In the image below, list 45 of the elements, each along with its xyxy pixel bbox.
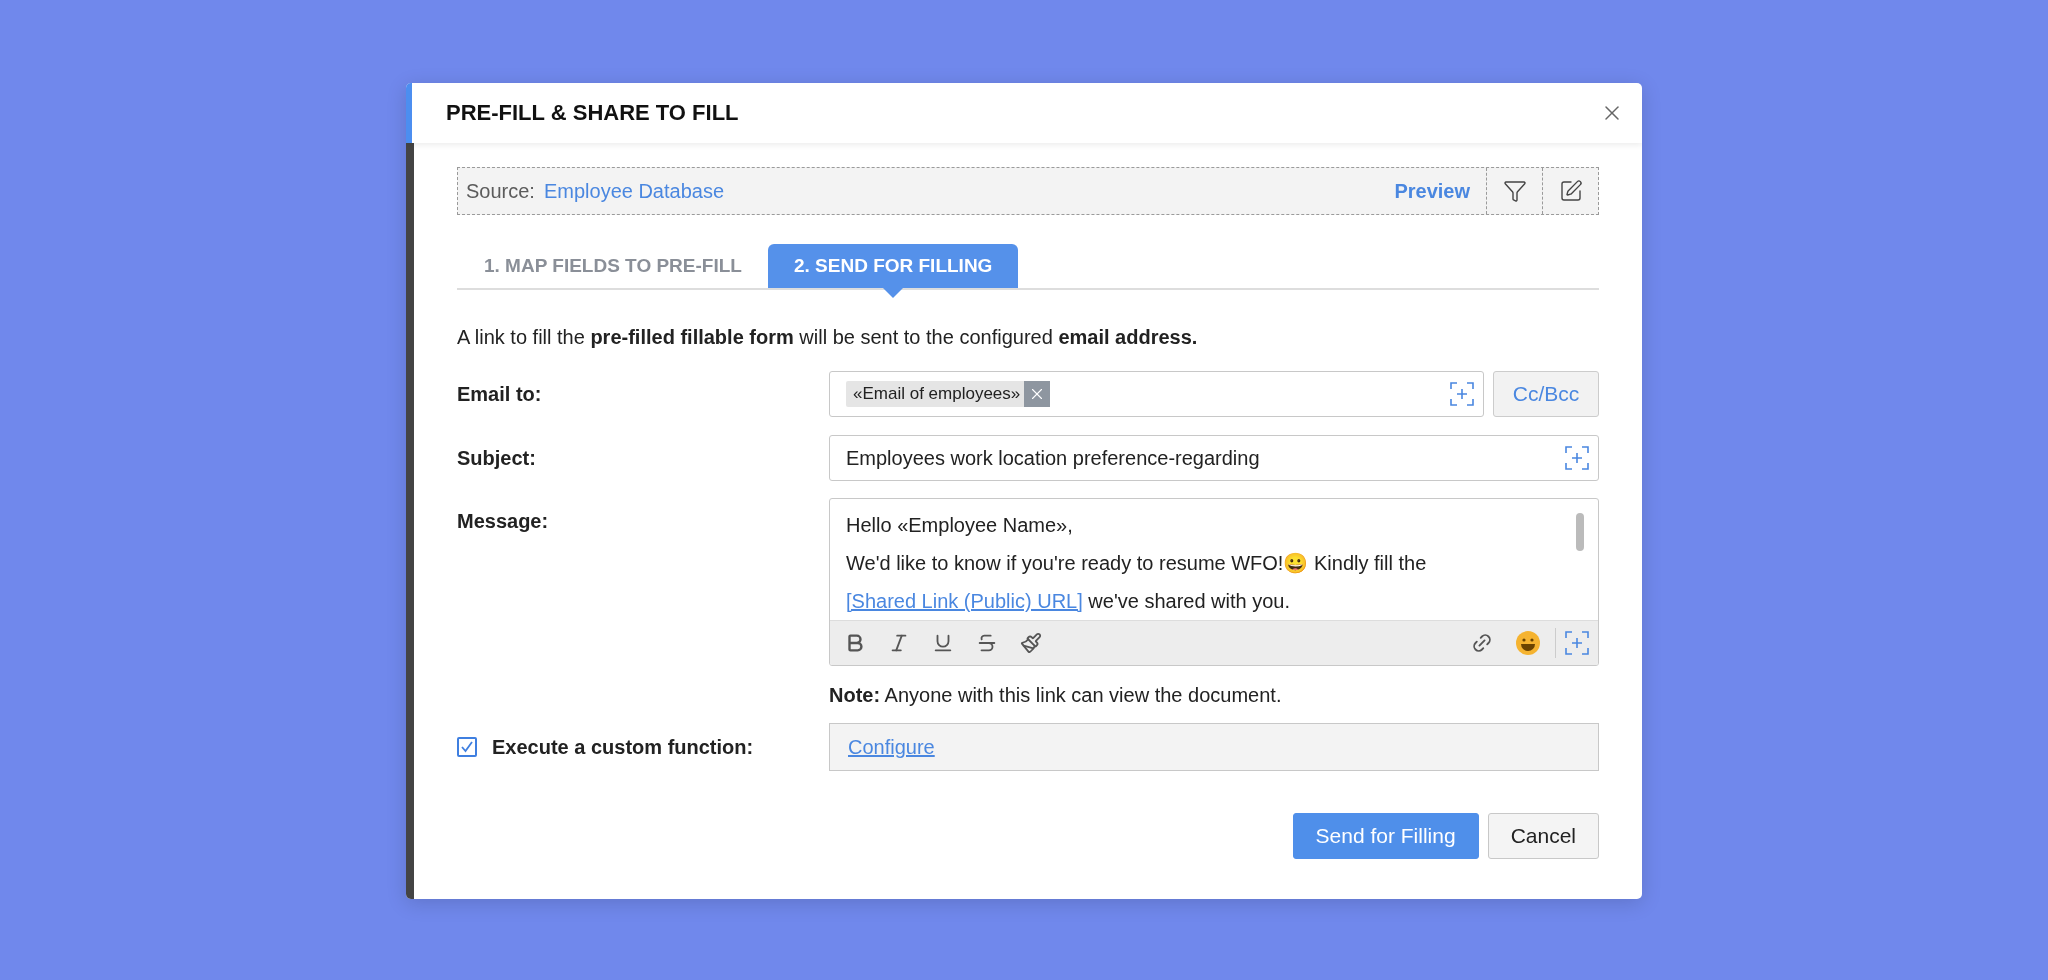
- preview-link[interactable]: Preview: [1394, 179, 1470, 203]
- insert-field-button[interactable]: [1449, 381, 1475, 407]
- filter-icon: [1502, 179, 1527, 203]
- insert-field-button[interactable]: [1564, 445, 1590, 471]
- configure-link[interactable]: Configure: [848, 735, 935, 759]
- shared-link[interactable]: [Shared Link (Public) URL]: [846, 590, 1083, 612]
- strikethrough-icon: [976, 632, 998, 654]
- smiley-icon: [1515, 630, 1541, 656]
- dialog-title: PRE-FILL & SHARE TO FILL: [446, 100, 739, 126]
- checkbox-label: Execute a custom function:: [492, 735, 755, 759]
- checkbox[interactable]: [457, 737, 477, 757]
- subject-field[interactable]: Employees work location preference-regarding: [829, 435, 1599, 481]
- source-value: Employee Database: [543, 179, 726, 203]
- send-button[interactable]: Send for Filling: [1292, 813, 1479, 859]
- message-paragraph: We'd like to know if you're ready to resume WFO!😀 Kindly fill the [Shared Link (Public) URL] we've shared with you.: [846, 551, 1428, 614]
- subject-value: Employees work location preference-regarding: [846, 446, 1260, 470]
- underline-button[interactable]: [932, 632, 954, 654]
- tab-pointer-icon: [883, 288, 904, 298]
- field-label: Subject:: [457, 446, 537, 470]
- link-button[interactable]: [1471, 632, 1493, 654]
- cc-bcc-button[interactable]: Cc/Bcc: [1493, 371, 1599, 417]
- insert-field-icon: [1564, 630, 1590, 656]
- pen-square-icon: [1558, 179, 1583, 203]
- note-text: Note: Anyone with this link can view the document.: [829, 684, 1283, 707]
- recipient-tag: «Email of employees»: [846, 381, 1051, 407]
- source-label: Source:: [466, 179, 535, 203]
- paintbrush-button[interactable]: [1020, 632, 1042, 654]
- strikethrough-button[interactable]: [976, 632, 998, 654]
- field-label: Email to:: [457, 382, 543, 406]
- underline-icon: [932, 632, 954, 654]
- insert-field-button[interactable]: [1564, 630, 1590, 656]
- email-to-field[interactable]: «Email of employees»: [829, 371, 1484, 417]
- insert-field-icon: [1449, 381, 1475, 407]
- cancel-button[interactable]: Cancel: [1487, 813, 1599, 859]
- emoji-button[interactable]: [1515, 630, 1541, 656]
- message-line: Hello «Employee Name»,: [846, 513, 1074, 538]
- remove-tag-button[interactable]: [1024, 381, 1051, 407]
- paintbrush-icon: [1020, 632, 1042, 654]
- tab[interactable]: 1. MAP FIELDS TO PRE-FILL: [484, 244, 742, 288]
- checkmark-icon: [460, 740, 474, 754]
- field-label: Message:: [457, 509, 550, 533]
- scrollbar-thumb[interactable]: [1576, 513, 1584, 551]
- description-text: A link to fill the pre-filled fillable form will be sent to the configured email address.: [457, 326, 1199, 349]
- message-editor[interactable]: Hello «Employee Name», We'd like to know if you're ready to resume WFO!😀 Kindly fill the [Shared Link (Public) URL] we've shared with you.: [829, 498, 1599, 666]
- insert-field-icon: [1564, 445, 1590, 471]
